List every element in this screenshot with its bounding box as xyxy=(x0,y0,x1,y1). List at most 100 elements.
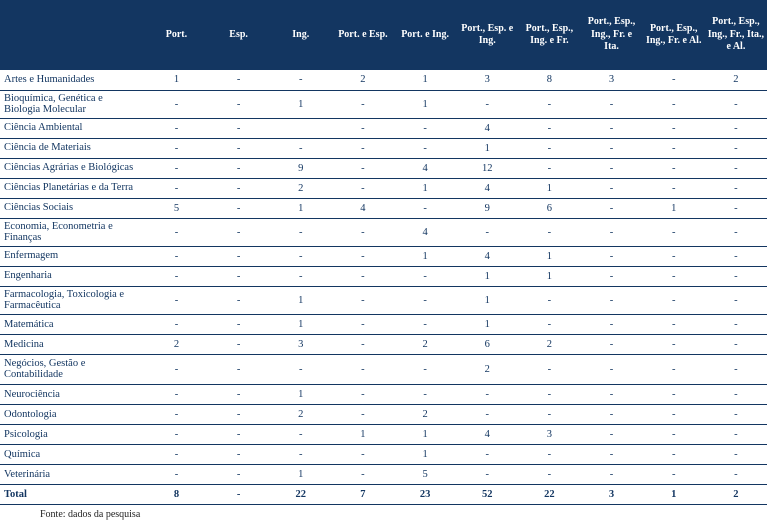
cell: - xyxy=(145,218,207,246)
language-table: Port.Esp.Ing.Port. e Esp.Port. e Ing.Por… xyxy=(0,0,767,505)
cell: - xyxy=(518,314,580,334)
cell: - xyxy=(208,158,270,178)
row-label: Ciências Agrárias e Biológicas xyxy=(0,158,145,178)
cell: 2 xyxy=(332,70,394,90)
cell: 6 xyxy=(456,334,518,354)
cell: - xyxy=(208,464,270,484)
cell: - xyxy=(580,334,642,354)
cell: 6 xyxy=(518,198,580,218)
cell: - xyxy=(208,218,270,246)
row-label: Matemática xyxy=(0,314,145,334)
table-row: Veterinária--1-5----- xyxy=(0,464,767,484)
cell: - xyxy=(705,424,767,444)
row-label: Ciência Ambiental xyxy=(0,118,145,138)
cell: - xyxy=(332,138,394,158)
cell: - xyxy=(208,138,270,158)
cell: 2 xyxy=(145,334,207,354)
cell: 4 xyxy=(456,178,518,198)
table-row: Odontologia--2-2----- xyxy=(0,404,767,424)
total-row: Total8-227235222312 xyxy=(0,484,767,504)
cell: - xyxy=(705,158,767,178)
cell: - xyxy=(208,384,270,404)
cell: - xyxy=(332,314,394,334)
cell: - xyxy=(643,158,705,178)
cell: - xyxy=(332,218,394,246)
table-row: Ciências Agrárias e Biológicas--9-412---… xyxy=(0,158,767,178)
cell: - xyxy=(145,404,207,424)
cell: - xyxy=(643,70,705,90)
row-label: Farmacologia, Toxicologia e Farmacêutica xyxy=(0,286,145,314)
cell: - xyxy=(270,218,332,246)
cell: - xyxy=(456,384,518,404)
cell: 1 xyxy=(518,178,580,198)
cell: 4 xyxy=(394,158,456,178)
row-label: Negócios, Gestão e Contabilidade xyxy=(0,354,145,384)
row-label: Veterinária xyxy=(0,464,145,484)
cell: - xyxy=(518,118,580,138)
cell: 1 xyxy=(270,90,332,118)
cell: - xyxy=(705,334,767,354)
cell: - xyxy=(580,218,642,246)
cell: - xyxy=(705,444,767,464)
cell: - xyxy=(580,118,642,138)
cell: - xyxy=(270,266,332,286)
cell: - xyxy=(145,118,207,138)
cell: - xyxy=(456,90,518,118)
cell: - xyxy=(643,266,705,286)
cell: 1 xyxy=(270,464,332,484)
cell: - xyxy=(208,314,270,334)
cell: - xyxy=(332,384,394,404)
col-header-4: Port. e Ing. xyxy=(394,0,456,70)
cell: - xyxy=(580,266,642,286)
cell: - xyxy=(332,118,394,138)
cell: - xyxy=(332,354,394,384)
cell: - xyxy=(705,246,767,266)
cell: 9 xyxy=(456,198,518,218)
cell: - xyxy=(580,246,642,266)
cell: - xyxy=(705,354,767,384)
cell: - xyxy=(145,314,207,334)
cell: 1 xyxy=(394,424,456,444)
cell: 5 xyxy=(394,464,456,484)
cell: - xyxy=(643,314,705,334)
cell: - xyxy=(208,246,270,266)
row-label: Neurociência xyxy=(0,384,145,404)
cell: 12 xyxy=(456,158,518,178)
table-row: Ciência Ambiental----4---- xyxy=(0,118,767,138)
cell: - xyxy=(643,246,705,266)
row-label: Ciências Planetárias e da Terra xyxy=(0,178,145,198)
cell: 1 xyxy=(394,246,456,266)
cell: - xyxy=(208,70,270,90)
cell: 1 xyxy=(145,70,207,90)
cell: - xyxy=(705,314,767,334)
total-cell: 1 xyxy=(643,484,705,504)
cell: 9 xyxy=(270,158,332,178)
cell: - xyxy=(332,286,394,314)
cell: - xyxy=(643,464,705,484)
total-cell: 8 xyxy=(145,484,207,504)
cell: 1 xyxy=(394,178,456,198)
col-header-6: Port., Esp., Ing. e Fr. xyxy=(518,0,580,70)
table-row: Economia, Econometria e Finanças----4---… xyxy=(0,218,767,246)
cell: 4 xyxy=(332,198,394,218)
col-header-5: Port., Esp. e Ing. xyxy=(456,0,518,70)
cell: - xyxy=(145,158,207,178)
cell: - xyxy=(705,178,767,198)
table-row: Ciência de Materiais-----1---- xyxy=(0,138,767,158)
table-row: Matemática--1--1---- xyxy=(0,314,767,334)
cell: 2 xyxy=(394,334,456,354)
cell: - xyxy=(208,404,270,424)
cell: - xyxy=(705,138,767,158)
cell: - xyxy=(145,90,207,118)
cell: - xyxy=(332,178,394,198)
cell: - xyxy=(705,90,767,118)
cell: - xyxy=(145,178,207,198)
cell xyxy=(270,118,332,138)
cell: - xyxy=(580,138,642,158)
cell: - xyxy=(705,118,767,138)
cell: - xyxy=(145,424,207,444)
row-label: Ciência de Materiais xyxy=(0,138,145,158)
cell: - xyxy=(394,314,456,334)
total-cell: 52 xyxy=(456,484,518,504)
cell: - xyxy=(580,286,642,314)
